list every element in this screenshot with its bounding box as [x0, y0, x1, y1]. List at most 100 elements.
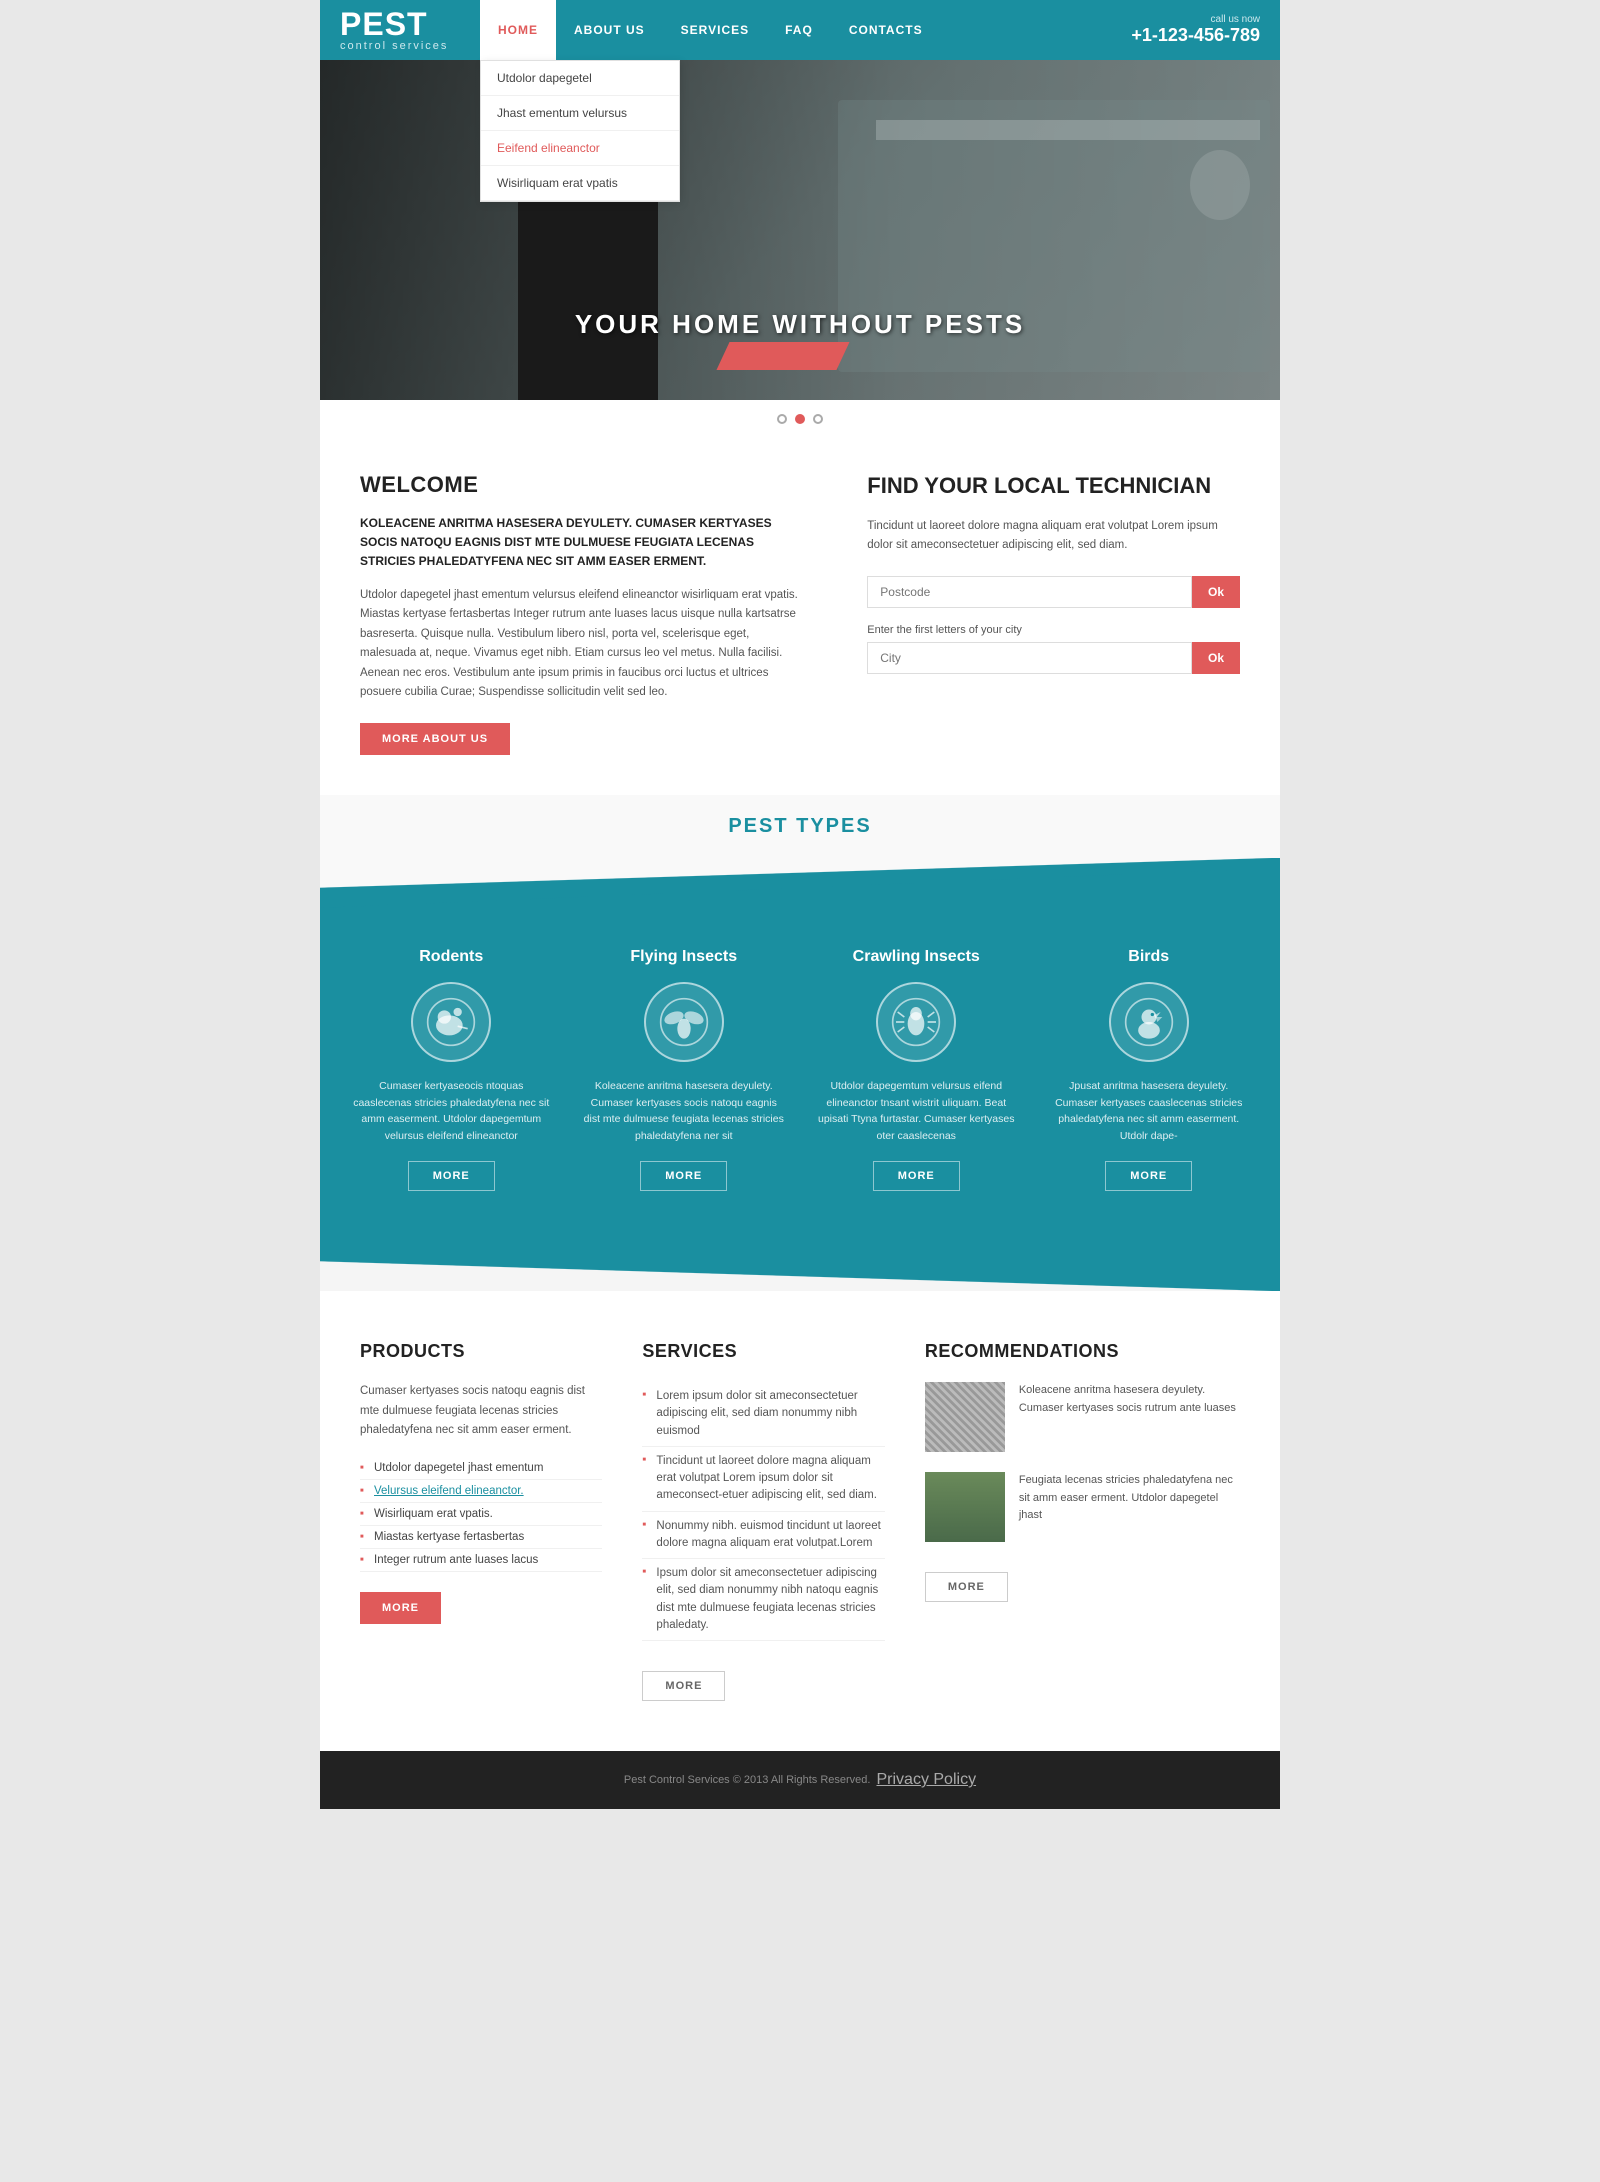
hero-banner: YOUR HOME WITHOUT PESTS — [320, 60, 1280, 400]
pest-grid: Rodents Cumaser kertyaseocis ntoquas caa… — [340, 938, 1260, 1201]
pest-flying-btn[interactable]: MORE — [640, 1161, 727, 1191]
rec-text-2: Feugiata lecenas stricies phaledatyfena … — [1019, 1472, 1240, 1542]
nav-item-services[interactable]: SERVICES — [663, 0, 767, 60]
welcome-section: WELCOME KOLEACENE ANRITMA HASESERA DEYUL… — [320, 432, 1280, 795]
teal-band: Rodents Cumaser kertyaseocis ntoquas caa… — [320, 888, 1280, 1261]
nav-item-faq[interactable]: FAQ — [767, 0, 831, 60]
pest-flying-title: Flying Insects — [583, 948, 786, 966]
pest-card-flying: Flying Insects Koleacene anritma haseser… — [573, 938, 796, 1201]
rec-item-1: Koleacene anritma hasesera deyulety. Cum… — [925, 1382, 1240, 1452]
hero-dot-1[interactable] — [777, 414, 787, 424]
dropdown-item-4[interactable]: Wisirliquam erat vpatis — [481, 166, 679, 201]
slant-bottom — [320, 1261, 1280, 1291]
pest-types-heading: PEST TYPES — [320, 795, 1280, 858]
flying-icon — [644, 982, 724, 1062]
products-desc: Cumaser kertyases socis natoqu eagnis di… — [360, 1382, 602, 1441]
pest-flying-text: Koleacene anritma hasesera deyulety. Cum… — [583, 1078, 786, 1145]
products-title: PRODUCTS — [360, 1341, 602, 1362]
main-nav: HOME ABOUT US SERVICES FAQ CONTACTS — [480, 0, 1111, 60]
logo: PEST control services — [320, 0, 480, 60]
services-more-button[interactable]: MORE — [642, 1671, 725, 1701]
crawling-icon — [876, 982, 956, 1062]
bird-icon — [1109, 982, 1189, 1062]
pest-crawling-btn[interactable]: MORE — [873, 1161, 960, 1191]
more-about-us-button[interactable]: MORE ABOUT US — [360, 723, 510, 755]
nav-item-home[interactable]: HOME — [480, 0, 556, 60]
pest-birds-text: Jpusat anritma hasesera deyulety. Cumase… — [1048, 1078, 1251, 1145]
products-column: PRODUCTS Cumaser kertyases socis natoqu … — [360, 1341, 602, 1701]
call-label: call us now — [1211, 14, 1260, 25]
brand-name: PEST — [340, 8, 460, 40]
recommendations-more-button[interactable]: MORE — [925, 1572, 1008, 1602]
pest-card-rodents: Rodents Cumaser kertyaseocis ntoquas caa… — [340, 938, 563, 1201]
services-dropdown: Utdolor dapegetel Jhast ementum velursus… — [480, 60, 680, 202]
city-input[interactable] — [867, 642, 1192, 674]
kitchen-pot — [1190, 150, 1250, 220]
product-link[interactable]: Velursus eleifend elineanctor. — [374, 1485, 524, 1497]
hero-dots — [320, 400, 1280, 432]
postcode-input[interactable] — [867, 576, 1192, 608]
services-title: SERVICES — [642, 1341, 884, 1362]
city-ok-button[interactable]: Ok — [1192, 642, 1240, 674]
pest-rodents-title: Rodents — [350, 948, 553, 966]
service-item-2: Tincidunt ut laoreet dolore magna aliqua… — [642, 1447, 884, 1512]
lower-section: PRODUCTS Cumaser kertyases socis natoqu … — [320, 1291, 1280, 1751]
brand-tagline: control services — [340, 40, 460, 52]
pest-birds-btn[interactable]: MORE — [1105, 1161, 1192, 1191]
postcode-ok-button[interactable]: Ok — [1192, 576, 1240, 608]
welcome-text: Utdolor dapegetel jhast ementum velursus… — [360, 586, 807, 703]
welcome-bold: KOLEACENE ANRITMA HASESERA DEYULETY. CUM… — [360, 514, 807, 572]
pest-birds-title: Birds — [1048, 948, 1251, 966]
service-item-4: Ipsum dolor sit ameconsectetuer adipisci… — [642, 1559, 884, 1641]
person-body — [518, 170, 658, 400]
footer: Pest Control Services © 2013 All Rights … — [320, 1751, 1280, 1809]
header: PEST control services HOME ABOUT US SERV… — [320, 0, 1280, 60]
pest-crawling-text: Utdolor dapegemtum velursus eifend eline… — [815, 1078, 1018, 1145]
welcome-title: WELCOME — [360, 472, 807, 498]
pest-rodents-btn[interactable]: MORE — [408, 1161, 495, 1191]
product-item-3: Wisirliquam erat vpatis. — [360, 1503, 602, 1526]
welcome-content: WELCOME KOLEACENE ANRITMA HASESERA DEYUL… — [360, 472, 807, 755]
recommendations-column: RECOMMENDATIONS Koleacene anritma hasese… — [925, 1341, 1240, 1701]
hero-dot-2[interactable] — [795, 414, 805, 424]
products-list: Utdolor dapegetel jhast ementum Velursus… — [360, 1457, 602, 1572]
dropdown-item-3[interactable]: Eeifend elineanctor — [481, 131, 679, 166]
nav-item-about[interactable]: ABOUT US — [556, 0, 663, 60]
service-item-3: Nonummy nibh. euismod tincidunt ut laore… — [642, 1512, 884, 1560]
hero-red-shape — [717, 342, 850, 370]
services-list: Lorem ipsum dolor sit ameconsectetuer ad… — [642, 1382, 884, 1641]
find-technician: FIND YOUR LOCAL TECHNICIAN Tincidunt ut … — [867, 472, 1240, 755]
call-area: call us now +1-123-456-789 — [1111, 0, 1280, 60]
hero-dot-3[interactable] — [813, 414, 823, 424]
pest-rodents-text: Cumaser kertyaseocis ntoquas caaslecenas… — [350, 1078, 553, 1145]
find-title: FIND YOUR LOCAL TECHNICIAN — [867, 472, 1240, 501]
products-more-button[interactable]: MORE — [360, 1592, 441, 1624]
city-row: Ok — [867, 642, 1240, 674]
rodent-icon — [411, 982, 491, 1062]
product-item-4: Miastas kertyase fertasbertas — [360, 1526, 602, 1549]
find-desc: Tincidunt ut laoreet dolore magna aliqua… — [867, 517, 1240, 556]
city-label: Enter the first letters of your city — [867, 624, 1240, 636]
services-column: SERVICES Lorem ipsum dolor sit ameconsec… — [642, 1341, 884, 1701]
product-item-5: Integer rutrum ante luases lacus — [360, 1549, 602, 1572]
pest-card-crawling: Crawling Insects — [805, 938, 1028, 1201]
product-item-2[interactable]: Velursus eleifend elineanctor. — [360, 1480, 602, 1503]
nav-item-contacts[interactable]: CONTACTS — [831, 0, 941, 60]
call-number: +1-123-456-789 — [1131, 25, 1260, 46]
hero-title: YOUR HOME WITHOUT PESTS — [320, 309, 1280, 340]
dropdown-item-2[interactable]: Jhast ementum velursus — [481, 96, 679, 131]
rec-image-2 — [925, 1472, 1005, 1542]
postcode-row: Ok — [867, 576, 1240, 608]
hero-text-area: YOUR HOME WITHOUT PESTS — [320, 309, 1280, 340]
product-item-1: Utdolor dapegetel jhast ementum — [360, 1457, 602, 1480]
pest-card-birds: Birds Jpusat anritma hasesera deyulety. … — [1038, 938, 1261, 1201]
privacy-policy-link[interactable]: Privacy Policy — [876, 1771, 976, 1789]
service-item-1: Lorem ipsum dolor sit ameconsectetuer ad… — [642, 1382, 884, 1447]
pest-crawling-title: Crawling Insects — [815, 948, 1018, 966]
dropdown-item-1[interactable]: Utdolor dapegetel — [481, 61, 679, 96]
rec-text-1: Koleacene anritma hasesera deyulety. Cum… — [1019, 1382, 1240, 1452]
recommendations-title: RECOMMENDATIONS — [925, 1341, 1240, 1362]
kitchen-shelf — [876, 120, 1260, 140]
rec-image-1 — [925, 1382, 1005, 1452]
footer-text: Pest Control Services © 2013 All Rights … — [624, 1774, 871, 1786]
